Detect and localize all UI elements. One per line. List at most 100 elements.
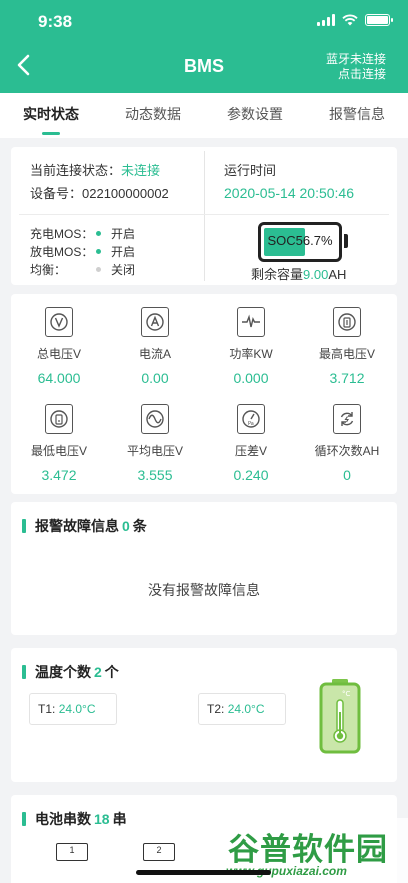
temperature-card: 温度个数 2 个 T1: 24.0°C T2: 24.0°C °C <box>11 648 397 782</box>
metric-value: 0.240 <box>233 467 269 483</box>
device-number-value: 022100000002 <box>82 186 169 201</box>
cycle-icon <box>333 404 361 434</box>
temp-sensor-value: 24.0°C <box>227 702 265 716</box>
metric-max-voltage: 最高电压V 3.712 <box>299 307 395 386</box>
battery-thermometer-icon: °C <box>319 679 361 754</box>
charge-mos-row: 充电MOS： 开启 <box>30 225 135 242</box>
temp-sensor-label: T2: <box>207 702 225 716</box>
divider <box>204 151 205 281</box>
status-card: 当前连接状态：未连接 设备号：022100000002 运行时间 2020-05… <box>11 147 397 285</box>
app-header: 9:38 BMS 蓝牙未连接 点击连接 <box>0 0 408 93</box>
sine-wave-icon <box>141 404 169 434</box>
metric-value: 3.712 <box>329 370 365 386</box>
metric-avg-voltage: 平均电压V 3.555 <box>107 404 203 483</box>
runtime-value: 2020-05-14 20:50:46 <box>224 185 354 201</box>
alarm-card: 报警故障信息 0 条 没有报警故障信息 <box>11 502 397 635</box>
status-icons <box>317 14 393 26</box>
balance-label: 均衡： <box>30 263 67 277</box>
balance-indicator <box>96 267 101 272</box>
status-time: 9:38 <box>38 12 73 31</box>
signal-icon <box>317 14 335 26</box>
metric-min-voltage: 最低电压V 3.472 <box>11 404 107 483</box>
alarm-title-text: 报警故障信息 <box>35 518 119 534</box>
remaining-capacity-unit: AH <box>328 267 347 282</box>
remaining-capacity-label: 剩余容量 <box>251 267 304 282</box>
cells-section-title: 电池串数 18 串 <box>22 809 127 829</box>
metric-value: 3.472 <box>41 467 77 483</box>
watermark-logo-text: 谷普软件园 <box>228 832 388 867</box>
bluetooth-status-text: 蓝牙未连接 <box>325 52 386 66</box>
cell-battery-icon: 2 <box>143 843 175 861</box>
metric-value: 0.000 <box>233 370 269 386</box>
discharge-mos-indicator <box>96 249 101 254</box>
tab-parameter-settings[interactable]: 参数设置 <box>204 93 306 138</box>
nav-bar: BMS 蓝牙未连接 点击连接 <box>0 44 408 93</box>
temperature-unit: 个 <box>104 664 119 680</box>
alarm-section-title: 报警故障信息 0 条 <box>22 516 147 536</box>
metric-value: 0.00 <box>141 370 169 386</box>
bluetooth-connect-link[interactable]: 蓝牙未连接 点击连接 <box>326 52 386 82</box>
connection-status-value: 未连接 <box>121 163 161 178</box>
metric-label: 总电压V <box>36 347 81 361</box>
metric-value: 64.000 <box>37 370 81 386</box>
battery-status-icon <box>365 14 393 26</box>
charge-mos-value: 开启 <box>111 227 136 241</box>
alarm-count: 0 <box>122 518 130 534</box>
metric-value: 3.555 <box>137 467 173 483</box>
charge-mos-indicator <box>96 231 101 236</box>
metric-label: 最低电压V <box>30 444 87 458</box>
min-voltage-icon <box>45 404 73 434</box>
discharge-mos-value: 开启 <box>111 245 136 259</box>
temp-sensor-t1: T1: 24.0°C <box>29 693 117 725</box>
home-indicator[interactable] <box>136 870 271 875</box>
connection-status: 当前连接状态：未连接 <box>30 160 160 179</box>
temperature-section-title: 温度个数 2 个 <box>22 662 119 682</box>
charge-mos-label: 充电MOS： <box>30 227 94 241</box>
cells-count: 18 <box>94 811 110 827</box>
metric-label: 平均电压V <box>126 444 183 458</box>
device-number-label: 设备号： <box>30 186 83 201</box>
metric-label: 最高电压V <box>318 347 375 361</box>
cells-unit: 串 <box>112 811 127 827</box>
metric-label: 功率KW <box>229 347 273 361</box>
cell-battery-icon: 1 <box>56 843 88 861</box>
tab-bar: 实时状态 动态数据 参数设置 报警信息 <box>0 93 408 138</box>
tab-dynamic-data[interactable]: 动态数据 <box>102 93 204 138</box>
connection-status-label: 当前连接状态： <box>30 163 122 178</box>
alarm-unit: 条 <box>132 518 147 534</box>
metric-label: 循环次数AH <box>314 444 380 458</box>
pressure-gauge-icon: Pa <box>237 404 265 434</box>
section-marker <box>22 665 26 679</box>
bluetooth-action-text: 点击连接 <box>337 67 386 81</box>
cells-title-text: 电池串数 <box>35 811 91 827</box>
discharge-mos-label: 放电MOS： <box>30 245 94 259</box>
tab-realtime-status[interactable]: 实时状态 <box>0 93 102 138</box>
temp-sensor-t2: T2: 24.0°C <box>198 693 286 725</box>
svg-text:Pa: Pa <box>248 421 254 427</box>
temperature-title-text: 温度个数 <box>35 664 91 680</box>
runtime-label: 运行时间 <box>224 163 277 178</box>
section-marker <box>22 812 26 826</box>
metric-power: 功率KW 0.000 <box>203 307 299 386</box>
divider <box>19 214 389 215</box>
metric-current: 电流A 0.00 <box>107 307 203 386</box>
balance-value: 关闭 <box>111 263 136 277</box>
soc-battery-icon: SOC56.7% <box>258 222 348 262</box>
soc-text: SOC56.7% <box>267 233 333 248</box>
section-marker <box>22 519 26 533</box>
metrics-card: 总电压V 64.000 电流A 0.00 功率KW 0.000 最高电压V 3.… <box>11 294 397 494</box>
thermo-unit-text: °C <box>342 690 351 698</box>
metric-label: 压差V <box>234 444 267 458</box>
metric-value: 0 <box>343 467 351 483</box>
status-bar: 9:38 <box>0 0 408 44</box>
temp-sensor-label: T1: <box>38 702 56 716</box>
metric-cycle-count: 循环次数AH 0 <box>299 404 395 483</box>
balance-row: 均衡： 关闭 <box>30 261 135 278</box>
wifi-icon <box>342 14 358 26</box>
discharge-mos-row: 放电MOS： 开启 <box>30 243 135 260</box>
remaining-capacity: 剩余容量9.00AH <box>251 264 346 283</box>
tab-alarm-info[interactable]: 报警信息 <box>306 93 408 138</box>
voltmeter-icon <box>45 307 73 337</box>
temperature-count: 2 <box>94 664 102 680</box>
ammeter-icon <box>141 307 169 337</box>
